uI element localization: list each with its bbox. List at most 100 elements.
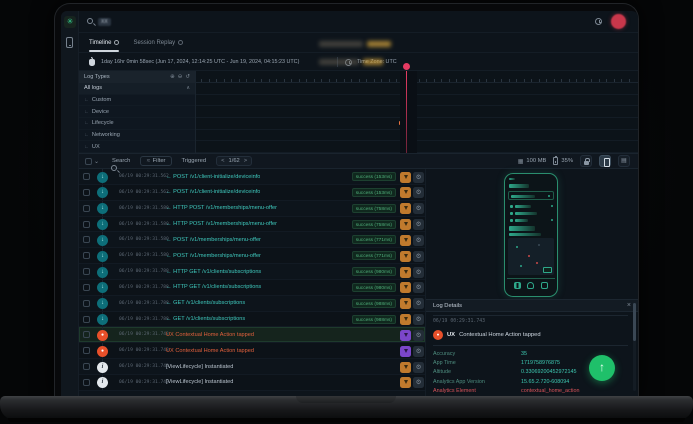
log-types-list: ∟ All logs ∧ ∟ Custom ∧ ∟ Device ∧ ∟ Lif…: [79, 83, 195, 153]
table-row[interactable]: ↓ 06/19 00:29:31.788 ← GET /v1/clients/s…: [79, 296, 425, 312]
settings-action-button[interactable]: ⚙: [413, 282, 424, 293]
funnel-icon: [404, 301, 408, 305]
filter-action-button[interactable]: [400, 362, 411, 373]
table-row[interactable]: ↓ 06/19 00:29:31.580 ← POST /v1/membersh…: [79, 232, 425, 248]
filter-action-button[interactable]: [400, 251, 411, 262]
tab-session-replay[interactable]: Session Replay: [133, 33, 183, 52]
row-checkbox[interactable]: [83, 205, 90, 212]
log-type-row[interactable]: ∟ Lifecycle ∧: [79, 118, 195, 130]
chevron-up-icon[interactable]: ∧: [186, 85, 190, 91]
filter-action-button[interactable]: [400, 330, 411, 341]
app-logo-icon[interactable]: ✳: [64, 16, 76, 28]
log-type-row[interactable]: ∟ All logs ∧: [79, 83, 195, 95]
row-checkbox[interactable]: [83, 236, 90, 243]
tab-timeline[interactable]: Timeline: [89, 33, 119, 52]
laptop-screen: ✳ XX Timeline Session Replay 1day 16hr 0…: [54, 3, 639, 397]
row-checkbox[interactable]: [83, 221, 90, 228]
filter-action-button[interactable]: [400, 267, 411, 278]
zoom-in-icon[interactable]: ⊕: [170, 74, 175, 80]
row-checkbox[interactable]: [83, 363, 90, 370]
filter-action-button[interactable]: [400, 377, 411, 388]
row-checkbox[interactable]: [83, 284, 90, 291]
settings-action-button[interactable]: ⚙: [413, 362, 424, 373]
select-all-checkbox[interactable]: [85, 158, 92, 165]
device-icon[interactable]: [66, 37, 73, 48]
table-row[interactable]: ↓ 06/19 00:29:31.580 ← HTTP POST /v1/mem…: [79, 201, 425, 217]
search-button[interactable]: Search: [103, 158, 130, 164]
settings-action-button[interactable]: ⚙: [413, 172, 424, 183]
prev-page-button[interactable]: <: [221, 158, 224, 164]
table-row[interactable]: ↓ 06/19 00:29:31.580 ← POST /v1/membersh…: [79, 248, 425, 264]
filter-action-button[interactable]: [400, 172, 411, 183]
row-checkbox[interactable]: [83, 347, 90, 354]
row-checkbox[interactable]: [83, 379, 90, 386]
table-row[interactable]: ↓ 06/19 00:29:31.788 ← HTTP GET /v1/clie…: [79, 264, 425, 280]
log-type-row[interactable]: ∟ Networking ∧: [79, 130, 195, 142]
log-type-row[interactable]: ∟ UX ∧: [79, 141, 195, 153]
table-row[interactable]: i 06/19 00:29:31.743 [ViewLifecycle] Ins…: [79, 375, 425, 391]
lock-toggle-button[interactable]: [580, 155, 592, 167]
daterange-text[interactable]: 1day 16hr 0min 58sec (Jun 17, 2024, 12:1…: [101, 59, 299, 65]
table-row[interactable]: ↓ 06/19 00:29:31.788 ← GET /v1/clients/s…: [79, 312, 425, 328]
settings-action-button[interactable]: ⚙: [413, 377, 424, 388]
settings-action-button[interactable]: ⚙: [413, 298, 424, 309]
table-row[interactable]: ↓ 06/19 00:29:31.562 ← POST /v1/client-i…: [79, 185, 425, 201]
device-preview[interactable]: [504, 173, 558, 297]
settings-action-button[interactable]: ⚙: [413, 251, 424, 262]
tree-branch-icon: ∟: [84, 120, 89, 126]
settings-action-button[interactable]: ⚙: [413, 187, 424, 198]
log-type-icon: ↓: [97, 187, 108, 198]
field-label: Analytics Element: [433, 388, 521, 394]
log-type-row[interactable]: ∟ Device ∧: [79, 106, 195, 118]
row-checkbox[interactable]: [83, 189, 90, 196]
axis-tick: [426, 79, 427, 82]
table-row[interactable]: ↓ 06/19 00:29:31.788 ← HTTP GET /v1/clie…: [79, 280, 425, 296]
table-row[interactable]: ↓ 06/19 00:29:31.562 ← POST /v1/client-i…: [79, 169, 425, 185]
table-row[interactable]: ● 06/19 00:29:31.743 UX Contextual Home …: [79, 343, 425, 359]
scroll-top-button[interactable]: ↑: [589, 355, 615, 381]
timeline-chart[interactable]: [196, 71, 638, 153]
table-row[interactable]: ↓ 06/19 00:29:31.580 ← HTTP POST /v1/mem…: [79, 217, 425, 233]
filter-action-button[interactable]: [400, 314, 411, 325]
table-view-toggle-button[interactable]: ▤: [618, 155, 630, 167]
filter-action-button[interactable]: [400, 187, 411, 198]
row-checkbox[interactable]: [83, 331, 90, 338]
row-checkbox[interactable]: [83, 316, 90, 323]
search-icon[interactable]: [87, 18, 93, 24]
settings-action-button[interactable]: ⚙: [413, 330, 424, 341]
filter-action-button[interactable]: [400, 203, 411, 214]
settings-action-button[interactable]: ⚙: [413, 235, 424, 246]
row-checkbox[interactable]: [83, 173, 90, 180]
filter-action-button[interactable]: [400, 282, 411, 293]
settings-action-button[interactable]: ⚙: [413, 203, 424, 214]
settings-action-button[interactable]: ⚙: [413, 267, 424, 278]
reset-icon[interactable]: ↺: [185, 74, 190, 80]
log-type-row[interactable]: ∟ Custom ∧: [79, 95, 195, 107]
search-input[interactable]: XX: [98, 18, 111, 26]
log-message: ← POST /v1/memberships/menu-offer: [166, 237, 261, 243]
filter-action-button[interactable]: [400, 298, 411, 309]
next-page-button[interactable]: >: [244, 158, 247, 164]
filter-button[interactable]: ≂ Filter: [140, 156, 171, 166]
avatar[interactable]: [611, 14, 626, 29]
row-checkbox[interactable]: [83, 252, 90, 259]
settings-action-button[interactable]: ⚙: [413, 346, 424, 357]
filter-action-button[interactable]: [400, 346, 411, 357]
filter-action-button[interactable]: [400, 235, 411, 246]
clock-icon[interactable]: [595, 18, 602, 25]
settings-action-button[interactable]: ⚙: [413, 219, 424, 230]
device-preview-toggle-button[interactable]: [599, 155, 611, 167]
zoom-out-icon[interactable]: ⊖: [178, 74, 183, 80]
axis-tick: [554, 79, 555, 82]
table-row[interactable]: i 06/19 00:29:31.743 [ViewLifecycle] Ins…: [79, 359, 425, 375]
playhead[interactable]: [406, 71, 407, 153]
settings-action-button[interactable]: ⚙: [413, 314, 424, 325]
row-checkbox[interactable]: [83, 300, 90, 307]
row-checkbox[interactable]: [83, 268, 90, 275]
log-list: ↓ 06/19 00:29:31.562 ← POST /v1/client-i…: [79, 169, 425, 396]
details-scrollbar[interactable]: [633, 301, 636, 391]
close-icon[interactable]: ×: [627, 302, 631, 309]
table-row[interactable]: ● 06/19 00:29:31.743 UX Contextual Home …: [79, 327, 425, 343]
chevron-down-icon[interactable]: ⌄: [94, 158, 99, 165]
filter-action-button[interactable]: [400, 219, 411, 230]
